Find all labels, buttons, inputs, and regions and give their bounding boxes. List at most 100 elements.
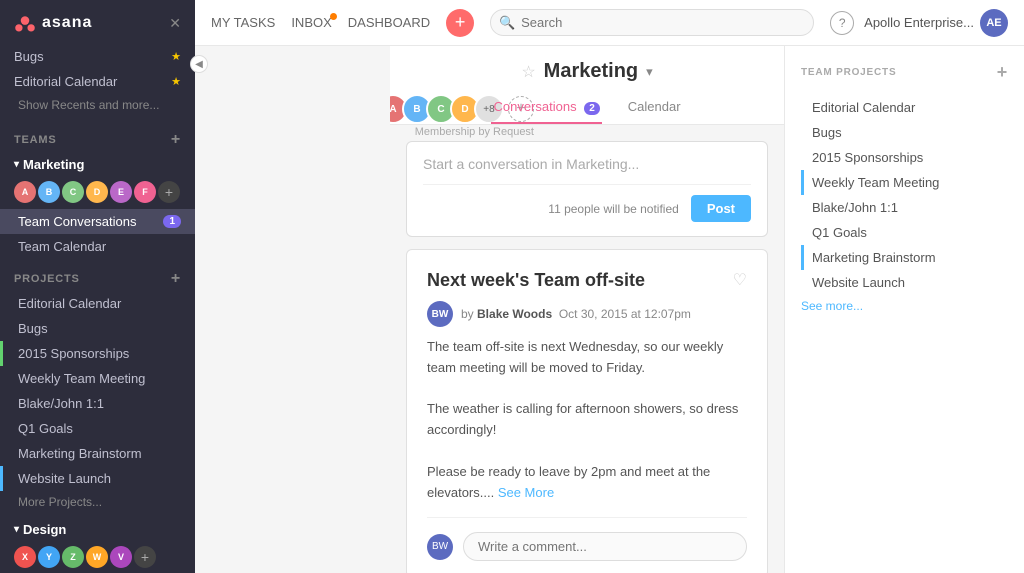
asana-logo: asana (14, 12, 92, 34)
search-container: 🔍 (490, 9, 814, 36)
right-project-bugs[interactable]: Bugs (801, 120, 1008, 145)
star-icon-editorial[interactable]: ★ (171, 75, 181, 88)
sidebar-project-editorial[interactable]: Editorial Calendar (0, 291, 195, 316)
tab-calendar[interactable]: Calendar (626, 91, 683, 124)
compose-placeholder[interactable]: Start a conversation in Marketing... (423, 156, 751, 172)
sidebar-item-team-calendar[interactable]: Team Calendar (0, 234, 195, 259)
sidebar-project-marketing-brainstorm[interactable]: Marketing Brainstorm (0, 441, 195, 466)
right-project-blake-john[interactable]: Blake/John 1:1 (801, 195, 1008, 220)
sidebar-project-q1goals-label: Q1 Goals (18, 421, 73, 436)
sidebar-project-brainstorm-label: Marketing Brainstorm (18, 446, 142, 461)
page-title-row: ☆ Marketing ▾ (410, 60, 764, 83)
sidebar-project-q1goals[interactable]: Q1 Goals (0, 416, 195, 441)
add-team-button[interactable]: + (171, 132, 181, 148)
see-more-projects-link[interactable]: See more... (801, 295, 1008, 317)
sidebar-group-marketing[interactable]: ▾ Marketing (0, 152, 195, 177)
comment-input-1[interactable] (463, 532, 747, 561)
asana-logo-icon (14, 12, 36, 34)
compose-footer: 11 people will be notified Post (423, 184, 751, 222)
right-panel: TEAM PROJECTS + Editorial Calendar Bugs … (784, 46, 1024, 573)
center-panel: ☆ Marketing ▾ A B C D +8 + Membership by… (390, 46, 784, 573)
sidebar-group-design[interactable]: ▾ Design (0, 517, 195, 542)
notify-text: 11 people will be notified (548, 202, 679, 216)
dashboard-nav[interactable]: DASHBOARD (348, 15, 430, 30)
design-avatar-4: W (86, 546, 108, 568)
design-avatars: X Y Z W V + (0, 542, 195, 573)
sidebar-project-bugs[interactable]: Bugs (0, 316, 195, 341)
search-input[interactable] (490, 9, 814, 36)
post-button[interactable]: Post (691, 195, 751, 222)
team-calendar-label: Team Calendar (18, 239, 106, 254)
right-panel-title: TEAM PROJECTS + (801, 62, 1008, 83)
right-project-website-launch[interactable]: Website Launch (801, 270, 1008, 295)
sidebar-project-weekly-meeting[interactable]: Weekly Team Meeting (0, 366, 195, 391)
conv-comment-row-1: BW (427, 517, 747, 561)
conv-heart-1[interactable]: ♡ (733, 270, 747, 290)
username-label: Apollo Enterprise... (864, 15, 974, 30)
page-header: ☆ Marketing ▾ A B C D +8 + Membership by… (390, 46, 784, 125)
help-button[interactable]: ? (830, 11, 854, 35)
sidebar-teams-section: Teams + (0, 120, 195, 152)
design-avatar-5: V (110, 546, 132, 568)
marketing-avatars: A B C D E F + (0, 177, 195, 209)
marketing-label: Marketing (23, 157, 84, 172)
design-avatar-2: Y (38, 546, 60, 568)
user-avatar: AE (980, 9, 1008, 37)
chevron-design: ▾ (14, 524, 19, 535)
sidebar-project-website-label: Website Launch (18, 471, 111, 486)
sidebar-project-blake-john-label: Blake/John 1:1 (18, 396, 104, 411)
right-project-sponsorships[interactable]: 2015 Sponsorships (801, 145, 1008, 170)
team-conversations-label: Team Conversations (18, 214, 137, 229)
team-conversations-badge: 1 (163, 215, 181, 228)
right-project-editorial[interactable]: Editorial Calendar (801, 95, 1008, 120)
sidebar: asana ✕ Bugs ★ Editorial Calendar ★ Show… (0, 0, 195, 573)
star-icon-bugs[interactable]: ★ (171, 50, 181, 63)
add-design-member-button[interactable]: + (134, 546, 156, 568)
membership-label: Membership by Request (415, 126, 534, 138)
sidebar-project-website-launch[interactable]: Website Launch (0, 466, 195, 491)
page-title-star[interactable]: ☆ (521, 62, 535, 82)
avatar-2: B (38, 181, 60, 203)
avatar-4: D (86, 181, 108, 203)
avatar-6: F (134, 181, 156, 203)
sidebar-project-sponsorships-label: 2015 Sponsorships (18, 346, 129, 361)
design-avatar-3: Z (62, 546, 84, 568)
asana-logo-text: asana (42, 14, 92, 32)
add-project-button[interactable]: + (171, 271, 181, 287)
sidebar-item-editorial[interactable]: Editorial Calendar ★ (0, 69, 195, 94)
sidebar-project-blake-john[interactable]: Blake/John 1:1 (0, 391, 195, 416)
close-sidebar-button[interactable]: ✕ (169, 15, 181, 32)
projects-label: PROJECTS (14, 273, 80, 285)
main-content: ☆ Marketing ▾ A B C D +8 + Membership by… (390, 46, 1024, 573)
sidebar-project-bugs-label: Bugs (18, 321, 48, 336)
design-avatar-1: X (14, 546, 36, 568)
conv-body-1: The team off-site is next Wednesday, so … (427, 337, 747, 503)
right-project-weekly-meeting[interactable]: Weekly Team Meeting (801, 170, 1008, 195)
see-more-1[interactable]: See More (498, 485, 554, 500)
inbox-nav[interactable]: INBOX (291, 15, 331, 30)
add-member-button[interactable]: + (158, 181, 180, 203)
add-project-right-button[interactable]: + (997, 62, 1008, 83)
tab-conversations[interactable]: Conversations 2 (491, 91, 601, 124)
add-task-button[interactable]: + (446, 9, 474, 37)
page-title-chevron[interactable]: ▾ (646, 64, 653, 80)
comment-avatar-1: BW (427, 534, 453, 560)
collapse-sidebar-button[interactable]: ◀ (190, 55, 208, 73)
conversations-badge: 2 (584, 102, 600, 115)
my-tasks-nav[interactable]: MY TASKS (211, 15, 275, 30)
sidebar-item-team-conversations[interactable]: Team Conversations 1 (0, 209, 195, 234)
right-project-brainstorm[interactable]: Marketing Brainstorm (801, 245, 1008, 270)
sidebar-project-weekly-label: Weekly Team Meeting (18, 371, 145, 386)
user-menu[interactable]: Apollo Enterprise... AE (864, 9, 1008, 37)
teams-label: Teams (14, 134, 57, 146)
show-recents-link[interactable]: Show Recents and more... (0, 94, 195, 120)
sidebar-header: asana ✕ (0, 0, 195, 44)
sidebar-project-sponsorships[interactable]: 2015 Sponsorships (0, 341, 195, 366)
more-projects-link[interactable]: More Projects... (0, 491, 195, 517)
design-label: Design (23, 522, 66, 537)
sidebar-projects-section: PROJECTS + (0, 259, 195, 291)
conv-author-row-1: BW by Blake Woods Oct 30, 2015 at 12:07p… (427, 301, 747, 327)
sidebar-item-bugs[interactable]: Bugs ★ (0, 44, 195, 69)
conv-author-meta-1: by Blake Woods Oct 30, 2015 at 12:07pm (461, 307, 691, 321)
right-project-q1goals[interactable]: Q1 Goals (801, 220, 1008, 245)
